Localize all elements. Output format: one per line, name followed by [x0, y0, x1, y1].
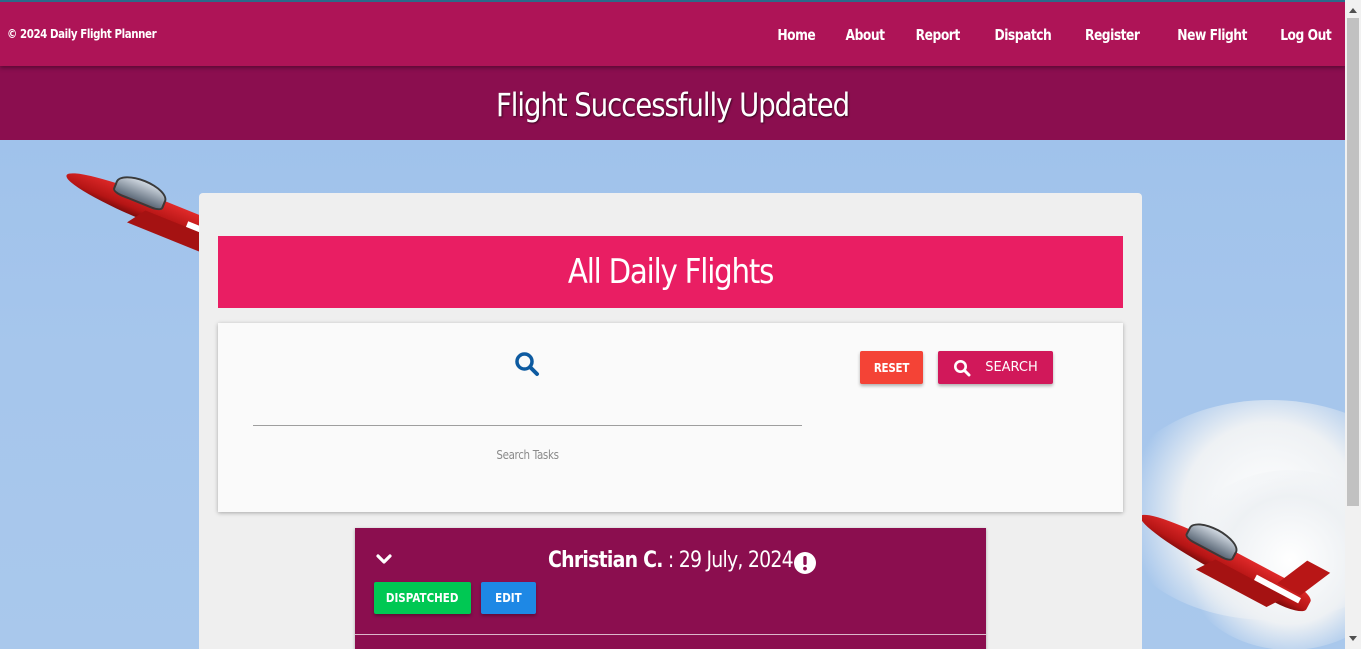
- reset-button[interactable]: RESET: [860, 351, 923, 384]
- search-underline: [253, 425, 802, 426]
- flight-separator: :: [662, 548, 679, 573]
- search-button-icon: [954, 359, 971, 376]
- reset-button-label: RESET: [873, 360, 910, 375]
- edit-button-label: EDIT: [495, 591, 522, 605]
- dispatched-button[interactable]: DISPATCHED: [374, 582, 471, 614]
- search-label: Search Tasks: [496, 448, 559, 462]
- scroll-thumb[interactable]: [1347, 18, 1359, 506]
- nav-dispatch[interactable]: Dispatch: [994, 26, 1051, 44]
- search-input[interactable]: [253, 399, 806, 425]
- search-button[interactable]: SEARCH: [938, 351, 1053, 384]
- nav-register[interactable]: Register: [1085, 26, 1140, 44]
- search-icon: [515, 352, 539, 376]
- search-button-label: SEARCH: [985, 360, 1038, 375]
- brand[interactable]: © 2024 Daily Flight Planner: [7, 26, 157, 41]
- success-banner: Flight Successfully Updated: [0, 66, 1345, 140]
- page-title: All Daily Flights: [567, 252, 774, 292]
- panel-header: All Daily Flights: [218, 236, 1123, 308]
- scroll-up-arrow[interactable]: [1349, 8, 1357, 13]
- flight-title: Christian C. : 29 July, 2024: [399, 548, 942, 573]
- flight-pilot-name: Christian C.: [548, 548, 663, 573]
- nav-links: Home About Report Dispatch Register New …: [747, 26, 1332, 44]
- flight-card: Christian C. : 29 July, 2024 DISPATCHED …: [355, 528, 986, 649]
- dispatched-button-label: DISPATCHED: [386, 591, 459, 605]
- search-card: Search Tasks RESET SEARCH: [218, 323, 1123, 512]
- success-message: Flight Successfully Updated: [495, 86, 850, 124]
- nav-home[interactable]: Home: [777, 26, 815, 44]
- nav-new-flight[interactable]: New Flight: [1177, 26, 1247, 44]
- flight-date: 29 July, 2024: [678, 548, 794, 573]
- nav-log-out[interactable]: Log Out: [1280, 26, 1332, 44]
- top-navbar: © 2024 Daily Flight Planner Home About R…: [0, 0, 1345, 66]
- alert-icon[interactable]: [793, 551, 817, 575]
- scroll-down-arrow[interactable]: [1349, 636, 1357, 641]
- nav-about[interactable]: About: [845, 26, 884, 44]
- main-panel: All Daily Flights Search Tasks RESET SEA…: [199, 193, 1142, 649]
- nav-report[interactable]: Report: [916, 26, 961, 44]
- edit-button[interactable]: EDIT: [481, 582, 536, 614]
- chevron-down-icon[interactable]: [375, 552, 393, 566]
- vertical-scrollbar[interactable]: [1345, 0, 1361, 649]
- flight-divider: [355, 634, 986, 635]
